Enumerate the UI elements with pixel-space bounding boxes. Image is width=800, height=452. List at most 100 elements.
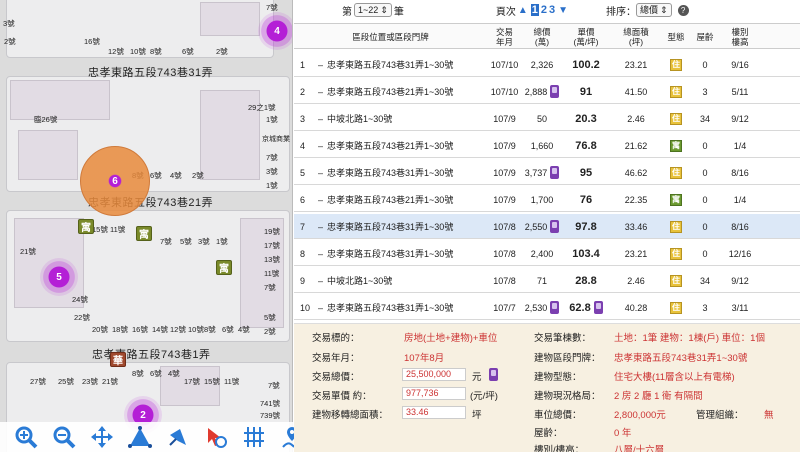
floor-value: 八層/十六層: [614, 445, 665, 452]
parking-icon: [550, 220, 560, 233]
table-row[interactable]: 4 – 忠孝東路五段743巷21弄1~30號 107/9 1,660 76.8 21.62 寓…: [294, 133, 800, 158]
row-date-text: 107/7: [493, 302, 516, 313]
row-total: 71: [522, 268, 562, 293]
row-total-text: 2,550: [524, 221, 548, 232]
col-total[interactable]: 總價 (萬): [522, 24, 562, 50]
row-age: 0: [690, 187, 720, 212]
house-number: 29之1號: [248, 103, 276, 112]
table-row[interactable]: 7 – 忠孝東路五段743巷31弄1~30號 107/8 2,550 97.8 33.46 住…: [294, 214, 800, 239]
row-area-text: 21.62: [624, 140, 648, 151]
row-age: 34: [690, 106, 720, 131]
table-row[interactable]: 8 – 忠孝東路五段743巷31弄1~30號 107/8 2,400 103.4 23.21…: [294, 241, 800, 266]
parking-icon: [489, 368, 498, 381]
row-total: 1,700: [522, 187, 562, 212]
row-location-text: 忠孝東路五段743巷21弄1~30號: [327, 87, 454, 97]
house-number: 2號: [264, 327, 276, 336]
row-unit-price-text: 91: [579, 85, 593, 98]
col-location[interactable]: 區段位置或區段門牌: [294, 24, 487, 50]
row-index-text: 10: [300, 302, 311, 313]
table-row[interactable]: 5 – 忠孝東路五段743巷31弄1~30號 107/9 3,737 95 46.62 住 0 8…: [294, 160, 800, 185]
col-area[interactable]: 總面積 (坪): [610, 24, 662, 50]
row-floor: 9/16: [720, 52, 760, 77]
row-location: – 忠孝東路五段743巷21弄1~30號: [314, 187, 487, 212]
help-icon[interactable]: ?: [677, 4, 689, 16]
col-floor[interactable]: 樓別 樓高: [720, 24, 760, 50]
house-number: 1號: [266, 181, 278, 190]
next-page-icon[interactable]: ▼: [558, 5, 568, 16]
house-number: 臨26號: [34, 115, 58, 124]
house-number: 25號: [58, 377, 74, 386]
house-number: 11號: [110, 225, 126, 234]
row-area-text: 46.62: [624, 167, 648, 178]
house-number: 18號: [112, 325, 128, 334]
col-unit[interactable]: 單價 (萬/坪): [562, 24, 610, 50]
target-label: 交易標的：: [312, 333, 360, 344]
house-number: 6號: [182, 47, 194, 56]
row-type: 寓: [662, 187, 690, 212]
apartment-marker[interactable]: 寓: [216, 260, 232, 275]
area-value: 33.46: [402, 406, 466, 419]
page-1[interactable]: 1: [530, 4, 539, 16]
cluster-marker[interactable]: 5: [40, 258, 78, 296]
row-age-text: 0: [702, 248, 708, 259]
page-2[interactable]: 2: [541, 4, 547, 16]
row-index: 1: [300, 52, 314, 77]
range-select[interactable]: 1~22 ⇕: [354, 3, 392, 17]
row-floor-text: 3/11: [731, 302, 749, 313]
apartment-marker[interactable]: 寓: [136, 226, 152, 241]
table-row[interactable]: 2– 忠孝東路五段743巷21弄1~30號 107/10 2,888 91 41.50 住 3…: [294, 79, 800, 104]
sort-select[interactable]: 總價 ⇕: [636, 3, 672, 17]
address-label: 建物區段門牌：: [534, 353, 601, 364]
row-area-text: 33.46: [624, 221, 648, 232]
col-type[interactable]: 型態: [662, 24, 690, 50]
house-number: 8號: [204, 325, 216, 334]
house-number: 3號: [266, 167, 278, 176]
row-location-text: 中坡北路1~30號: [327, 276, 393, 286]
row-floor: 8/16: [720, 214, 760, 239]
row-location: – 忠孝東路五段743巷31弄1~30號: [314, 241, 487, 266]
results-panel: 第 1~22 ⇕ 筆 頁次 ▲ 1 2 3 ▼ 排序： 總價 ⇕ ? 區段位置或區段…: [294, 0, 800, 452]
house-number: 2號: [192, 171, 204, 180]
select-arrow-icon[interactable]: [162, 424, 194, 450]
unit-unit: (元/坪): [470, 391, 498, 402]
row-date-text: 107/8: [493, 275, 516, 286]
type-badge: 住: [670, 247, 682, 260]
prev-page-icon[interactable]: ▲: [518, 5, 528, 16]
row-area-text: 23.21: [624, 248, 648, 259]
apartment-marker[interactable]: 寓: [78, 219, 94, 234]
cluster-marker[interactable]: 4: [258, 12, 292, 50]
row-floor-text: 9/12: [731, 113, 749, 124]
type-badge: 住: [670, 301, 682, 314]
table-row[interactable]: 10– 忠孝東路五段743巷31弄1~30號 107/7 2,530 62.8 40.28…: [294, 295, 800, 320]
grid-icon[interactable]: [238, 424, 270, 450]
dash-separator: –: [318, 167, 324, 178]
table-row[interactable]: 1– 忠孝東路五段743巷31弄1~30號 107/10 2,326 100.2 23.2…: [294, 52, 800, 77]
row-floor-text: 9/16: [731, 59, 749, 70]
col-date[interactable]: 交易 年月: [487, 24, 522, 50]
row-age-text: 0: [702, 194, 708, 205]
measure-area-icon[interactable]: [124, 424, 156, 450]
detail-panel: 交易標的： 房地(土地+建物)+車位 交易年月： 107年8月 交易總價： 25…: [294, 323, 800, 452]
row-unit-price: 100.2: [562, 52, 610, 77]
count-label: 交易筆棟數：: [534, 333, 592, 344]
row-floor: 1/4: [720, 187, 760, 212]
date-value: 107年8月: [404, 353, 445, 364]
col-age[interactable]: 屋齡: [690, 24, 720, 50]
row-total: 1,660: [522, 133, 562, 158]
table-row[interactable]: 3 – 中坡北路1~30號 107/9 50 20.3 2.46 住 34 9/12: [294, 106, 800, 131]
table-row[interactable]: 6 – 忠孝東路五段743巷21弄1~30號 107/9 1,700 76 22.35 寓 0 1…: [294, 187, 800, 212]
cluster-marker-selected[interactable]: 6: [80, 146, 150, 216]
page-3[interactable]: 3: [549, 4, 555, 16]
zoom-out-icon[interactable]: [48, 424, 80, 450]
row-area: 46.62: [610, 160, 662, 185]
table-row[interactable]: 9 – 中坡北路1~30號 107/8 71 28.8 2.46 住 34 9/12: [294, 268, 800, 293]
chevron-down-icon: ⇕: [380, 5, 388, 15]
management-label: 管理組織：: [696, 410, 744, 421]
building-marker[interactable]: 華: [110, 352, 126, 367]
map-view[interactable]: 忠孝東路五段743巷31弄 忠孝東路五段743巷21弄 忠孝東路五段743巷1弄…: [0, 0, 293, 452]
pan-icon[interactable]: [86, 424, 118, 450]
pointer-click-icon[interactable]: [200, 424, 232, 450]
row-index: 10: [300, 295, 314, 320]
zoom-in-icon[interactable]: [10, 424, 42, 450]
table-header: 區段位置或區段門牌 交易 年月 總價 (萬) 單價 (萬/坪) 總面積 (坪) 型態 屋…: [294, 23, 800, 49]
